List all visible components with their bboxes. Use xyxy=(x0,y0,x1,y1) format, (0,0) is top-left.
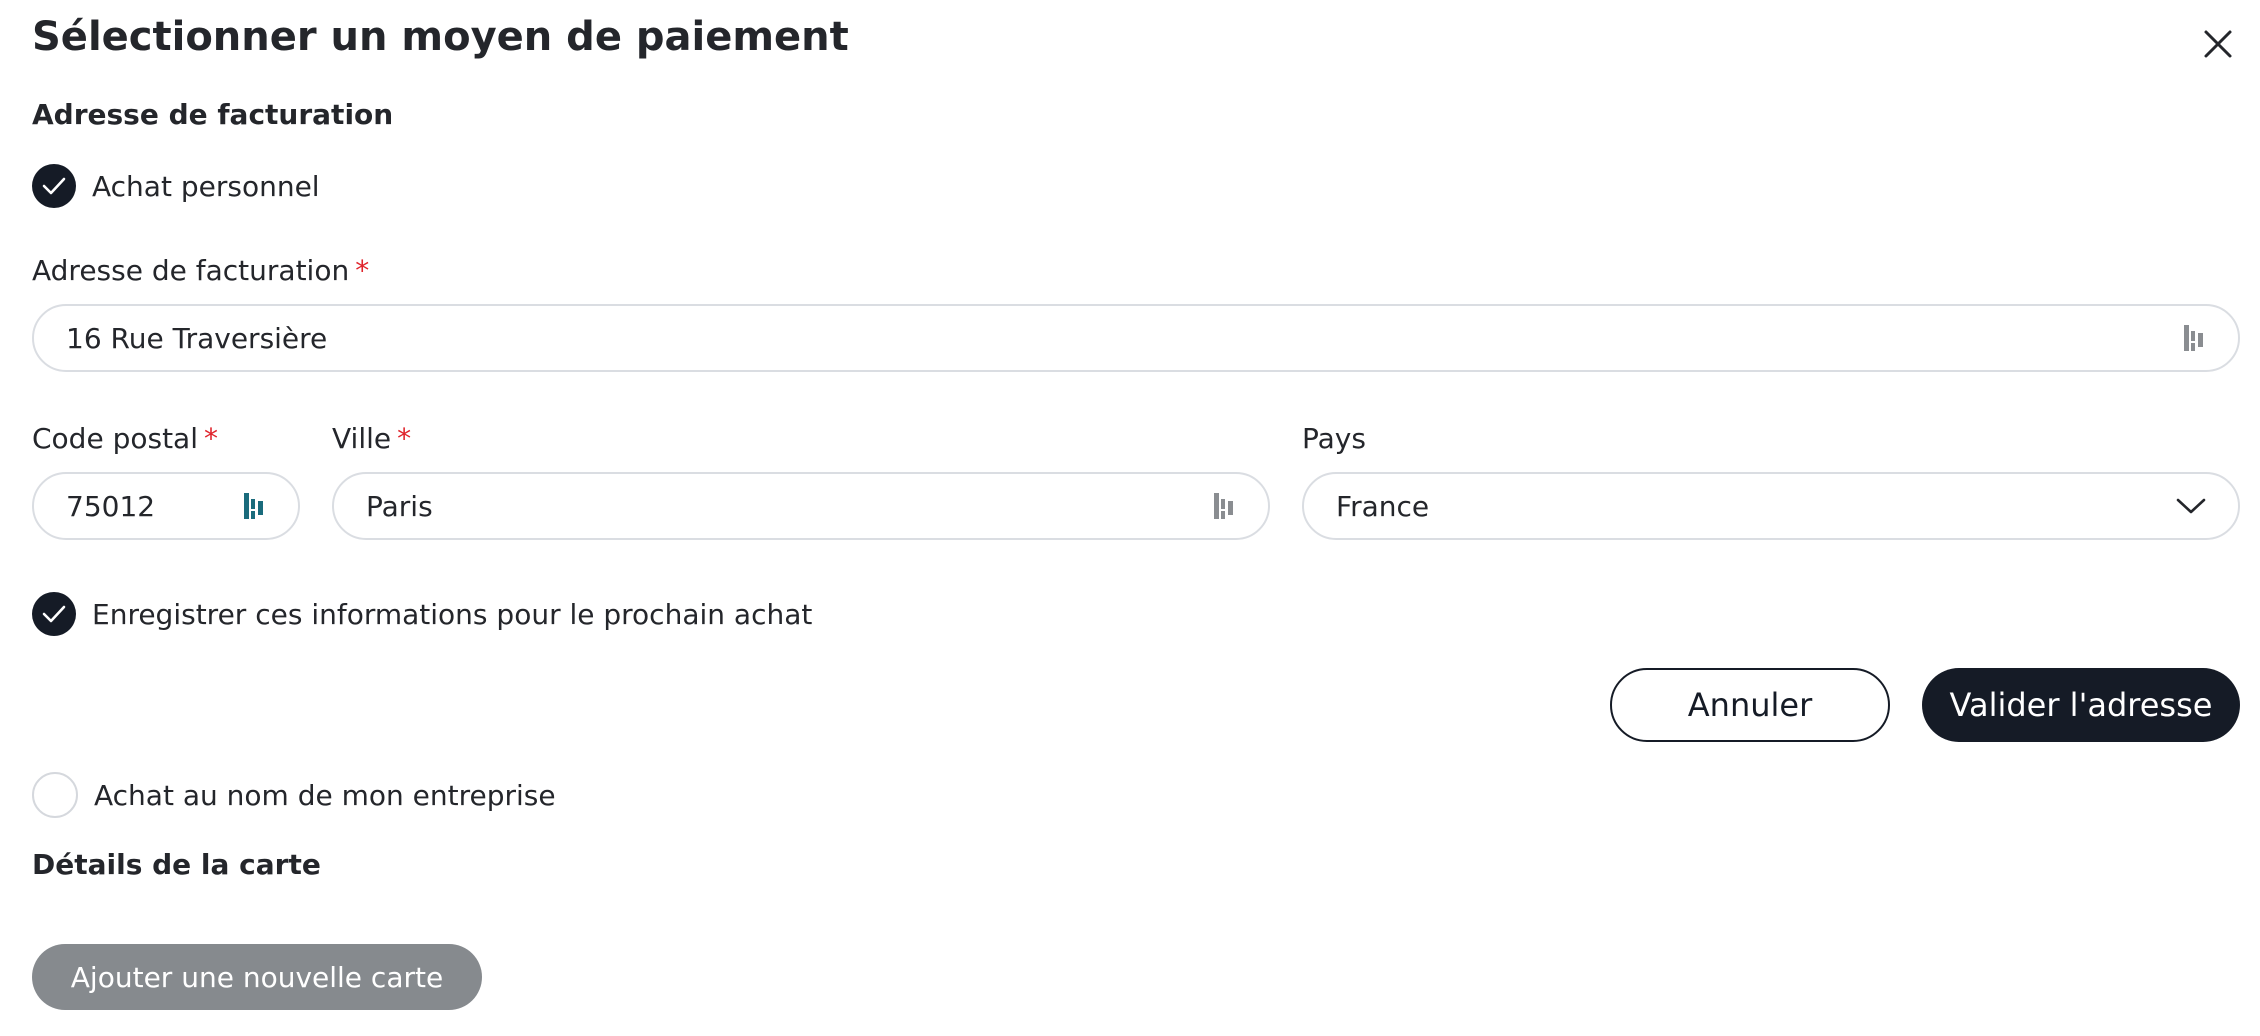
address-label-text: Adresse de facturation xyxy=(32,254,350,287)
cancel-button[interactable]: Annuler xyxy=(1610,668,1890,742)
city-input[interactable]: Paris xyxy=(332,472,1270,540)
dialog-title: Sélectionner un moyen de paiement xyxy=(32,14,849,60)
postal-label: Code postal * xyxy=(32,422,218,455)
validate-address-button[interactable]: Valider l'adresse xyxy=(1922,668,2240,742)
company-purchase-option[interactable]: Achat au nom de mon entreprise xyxy=(32,772,556,818)
city-label: Ville * xyxy=(332,422,411,455)
required-mark: * xyxy=(204,422,218,455)
personal-purchase-option[interactable]: Achat personnel xyxy=(32,164,320,208)
personal-purchase-label: Achat personnel xyxy=(92,169,320,203)
postal-code-input[interactable]: 75012 xyxy=(32,472,300,540)
city-label-text: Ville xyxy=(332,422,392,455)
address-value: 16 Rue Traversière xyxy=(66,321,328,355)
check-icon xyxy=(42,605,66,623)
chevron-down-icon xyxy=(2176,498,2206,514)
save-info-option[interactable]: Enregistrer ces informations pour le pro… xyxy=(32,592,812,636)
company-purchase-label: Achat au nom de mon entreprise xyxy=(94,778,556,812)
add-card-button[interactable]: Ajouter une nouvelle carte xyxy=(32,944,482,1010)
address-input[interactable]: 16 Rue Traversière xyxy=(32,304,2240,372)
card-section-title: Détails de la carte xyxy=(32,848,321,881)
required-mark: * xyxy=(397,422,412,455)
postal-code-value: 75012 xyxy=(66,489,156,523)
country-select[interactable]: France xyxy=(1302,472,2240,540)
close-icon xyxy=(2204,30,2232,58)
personal-purchase-radio[interactable] xyxy=(32,164,76,208)
close-button[interactable] xyxy=(2198,24,2238,64)
required-mark: * xyxy=(355,254,370,287)
billing-section-title: Adresse de facturation xyxy=(32,98,394,131)
country-label: Pays xyxy=(1302,422,1366,455)
address-label: Adresse de facturation * xyxy=(32,254,369,287)
country-value: France xyxy=(1336,489,1430,523)
password-manager-icon[interactable] xyxy=(2182,321,2206,355)
postal-label-text: Code postal xyxy=(32,422,198,455)
city-value: Paris xyxy=(366,489,433,523)
save-info-checkbox[interactable] xyxy=(32,592,76,636)
password-manager-icon[interactable] xyxy=(1212,489,1236,523)
password-manager-icon[interactable] xyxy=(242,489,266,523)
save-info-label: Enregistrer ces informations pour le pro… xyxy=(92,597,813,631)
check-icon xyxy=(42,177,66,195)
company-purchase-radio[interactable] xyxy=(32,772,78,818)
